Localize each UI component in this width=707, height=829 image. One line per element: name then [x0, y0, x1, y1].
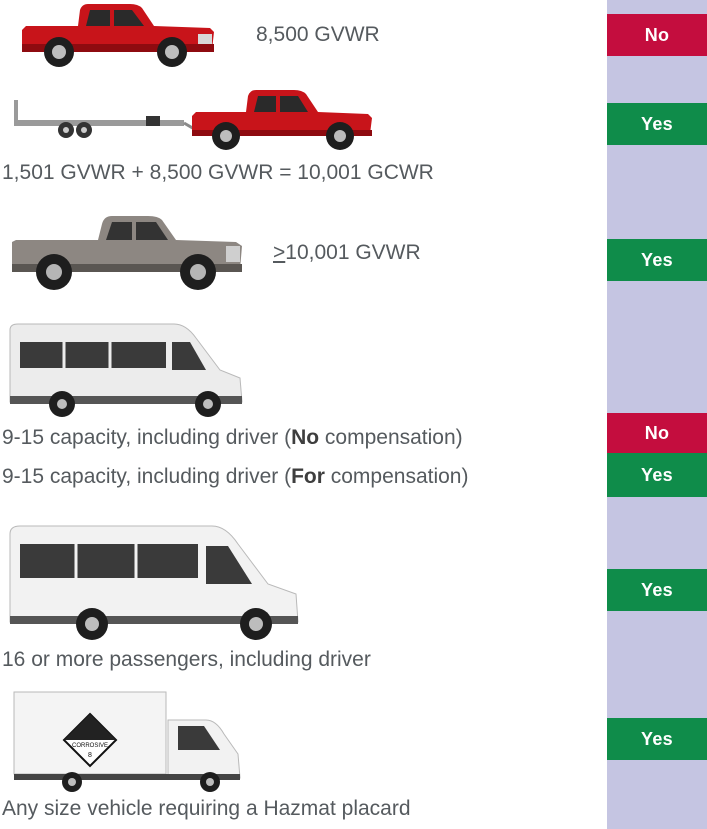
gray-heavy-pickup-icon [12, 216, 242, 290]
red-pickup-truck-icon [22, 4, 214, 67]
row5-text-post: compensation) [324, 465, 469, 488]
box-truck-hazmat-icon: CORROSIVE 8 [13, 691, 241, 792]
row5-text-bold: For [291, 465, 325, 488]
row1-badge-no: No [607, 14, 707, 56]
row3-text-value: 10,001 GVWR [285, 241, 421, 264]
row7-badge-yes: Yes [607, 718, 707, 760]
row2-text: 1,501 GVWR + 8,500 GVWR = 10,001 GCWR [2, 161, 434, 184]
row4-badge-no: No [607, 413, 707, 453]
row4-text-post: compensation) [319, 426, 463, 449]
placard-label: CORROSIVE [72, 743, 108, 749]
row4-text-bold: No [291, 426, 320, 449]
row5-text-pre: 9-15 capacity, including driver ( [2, 465, 292, 488]
pickup-with-trailer-icon [14, 90, 372, 150]
row1-text: 8,500 GVWR [256, 23, 380, 46]
row7-text: Any size vehicle requiring a Hazmat plac… [2, 797, 411, 820]
placard-class: 8 [88, 752, 92, 759]
row6-text: 16 or more passengers, including driver [2, 648, 371, 671]
row4-text: 9-15 capacity, including driver (No comp… [2, 426, 463, 450]
greater-equal-symbol: > [273, 241, 286, 264]
row2-badge-yes: Yes [607, 103, 707, 145]
row4-text-pre: 9-15 capacity, including driver ( [2, 426, 292, 449]
passenger-van-icon [9, 323, 243, 417]
row5-badge-yes: Yes [607, 453, 707, 497]
row3-text: >10,001 GVWR [273, 241, 421, 265]
row5-text: 9-15 capacity, including driver (For com… [2, 465, 468, 489]
row6-badge-yes: Yes [607, 569, 707, 611]
row3-badge-yes: Yes [607, 239, 707, 281]
large-passenger-van-icon [9, 525, 299, 640]
